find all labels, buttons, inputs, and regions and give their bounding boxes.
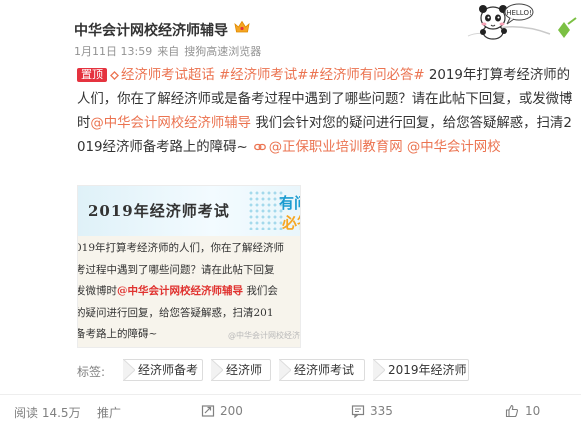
post-meta: 1月11日 13:59 来自 搜狗高速浏览器 [74, 43, 266, 59]
comment-icon[interactable] [351, 404, 365, 418]
image-line-mention: @中华会计网校经济师辅导 [117, 285, 243, 297]
reads-label: 阅读 [14, 406, 39, 420]
post-footer: 阅读 14.5万 推广 200 335 10 [0, 394, 581, 426]
tag-label: 经济师 [226, 363, 263, 377]
image-line-segment: 我们会 [246, 285, 278, 297]
tags-label: 标签: [77, 365, 106, 379]
image-line: 019年打算考经济师的人们，你在了解经济师 [77, 242, 285, 254]
image-watermark: @中华会计网校经济师辅导 [228, 331, 300, 340]
tag-item[interactable]: 经济师 [211, 359, 271, 381]
tag-corner-icon [279, 359, 291, 381]
tag-item[interactable]: 经济师备考 [123, 359, 203, 381]
tag-label: 2019年经济师 [388, 363, 467, 377]
tag-label: 经济师备考 [138, 363, 199, 377]
post-source[interactable]: 搜狗高速浏览器 [184, 45, 261, 58]
repost-icon[interactable] [201, 404, 215, 418]
comment-count[interactable]: 335 [370, 404, 393, 418]
mention-link-1[interactable]: @正保职业培训教育网 [269, 140, 403, 155]
image-line: 的疑问进行回复，给您答疑解惑，扫清201 [77, 306, 274, 319]
source-prefix: 来自 [157, 45, 180, 58]
hashtag-link-1[interactable]: #经济师考试# [219, 68, 308, 83]
vip-crown-icon[interactable] [234, 20, 250, 34]
tag-item[interactable]: 2019年经济师 [373, 359, 469, 381]
mention-link-2[interactable]: @中华会计网校 [407, 140, 501, 155]
reads-count: 阅读 14.5万 [14, 404, 81, 421]
tag-label: 经济师考试 [294, 363, 355, 377]
hashtag-link-2[interactable]: #经济师有问必答# [308, 68, 424, 83]
mention-author-link[interactable]: @中华会计网校经济师辅导 [90, 116, 251, 131]
promote-button[interactable]: 推广 [97, 404, 121, 421]
like-count[interactable]: 10 [525, 404, 540, 418]
panda-sticker-icon: HELLO! [467, 3, 577, 40]
chain-link-icon [253, 143, 266, 151]
author-name[interactable]: 中华会计网校经济师辅导 [74, 20, 228, 40]
pinned-badge: 置顶 [77, 68, 107, 82]
post-date[interactable]: 1月11日 13:59 [74, 45, 152, 58]
repost-count[interactable]: 200 [220, 404, 243, 418]
tag-corner-icon [373, 359, 385, 381]
image-bubble-line1: 有问 [279, 194, 300, 212]
image-banner-title: 2019年经济师考试 [88, 202, 230, 220]
superchat-diamond-icon [110, 71, 119, 80]
image-bubble-line2: 必答 [282, 214, 300, 232]
tag-item[interactable]: 经济师考试 [279, 359, 365, 381]
image-line: 考过程中遇到了哪些问题？请在此帖下回复 [77, 263, 275, 276]
post-image[interactable]: 2019年经济师考试 有问 必答 019年打算考经济师的人们，你在了解经济师 考… [77, 185, 301, 348]
image-line: 发微博时@中华会计网校经济师辅导 我们会 [77, 281, 300, 303]
reads-value: 14.5万 [41, 406, 81, 420]
svg-text:HELLO!: HELLO! [506, 9, 532, 17]
post-body: 置顶 经济师考试超话 #经济师考试##经济师有问必答# 2019年打算考经济师的人… [77, 64, 575, 160]
superchat-link[interactable]: 经济师考试超话 [121, 68, 215, 83]
post-header: 中华会计网校经济师辅导 1月11日 13:59 来自 搜狗高速浏览器 HELLO! [0, 0, 581, 60]
tag-corner-icon [123, 359, 135, 381]
like-icon[interactable] [505, 404, 519, 418]
tag-corner-icon [211, 359, 223, 381]
image-line-segment: 发微博时 [77, 285, 117, 297]
